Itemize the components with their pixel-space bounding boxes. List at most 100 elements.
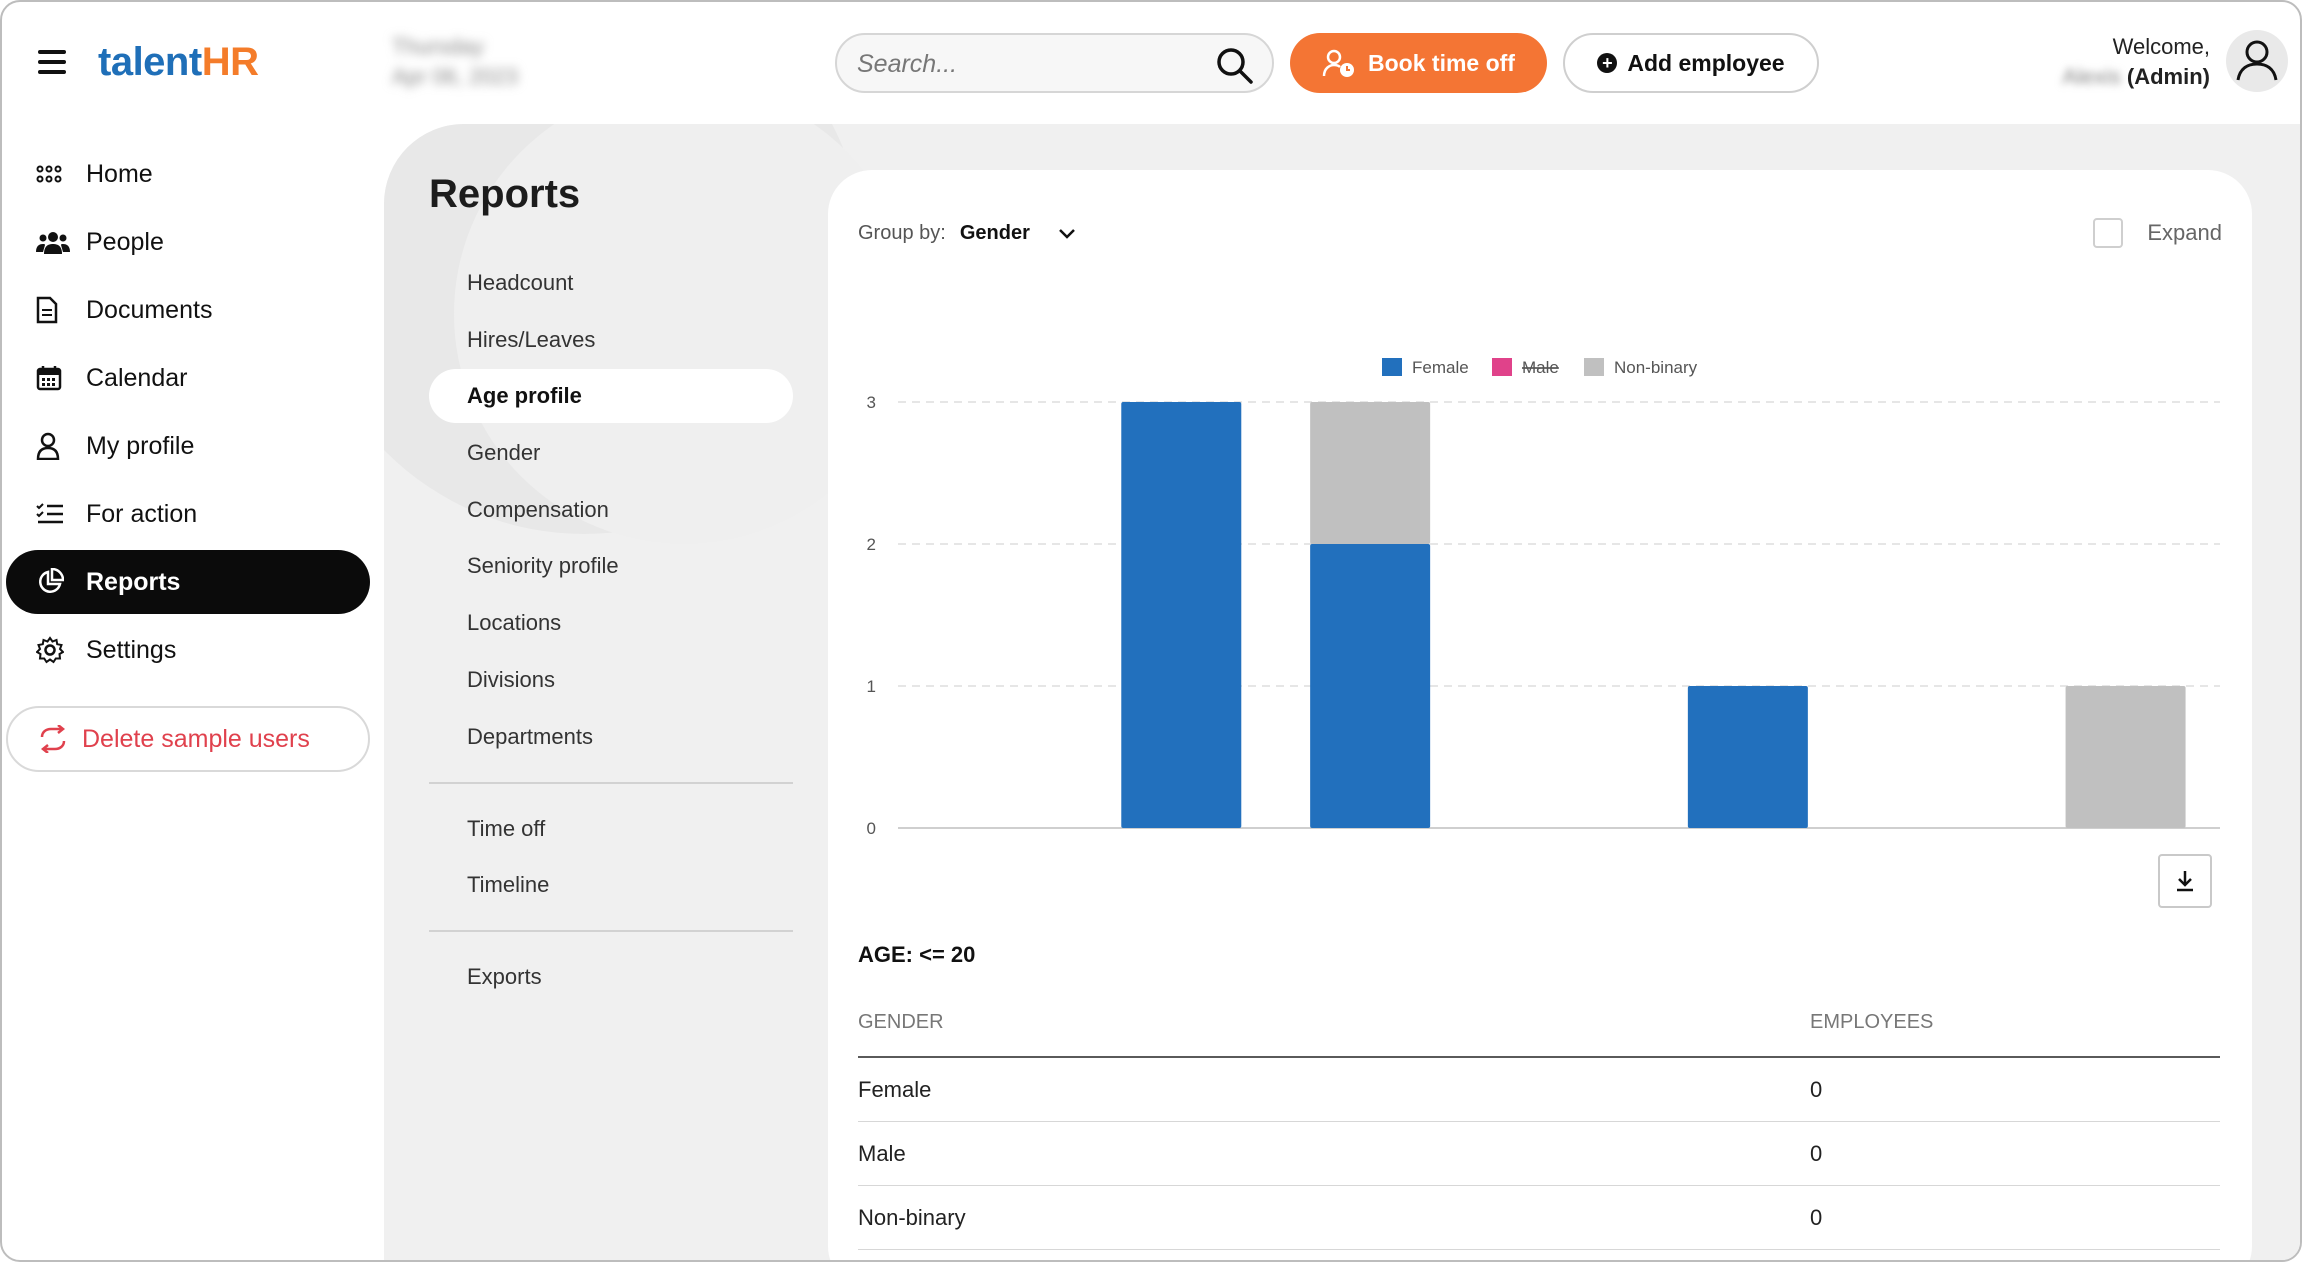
pie-chart-icon [36,566,76,598]
book-time-off-button[interactable]: Book time off [1290,33,1547,93]
avatar[interactable] [2226,30,2288,92]
legend-swatch [1584,358,1604,376]
plus-circle-icon: + [1597,53,1618,73]
subnav-exports[interactable]: Exports [429,950,793,1004]
app-window: talentHR Thursday Apr 06, 2023 Book time… [0,0,2302,1262]
subnav-hires-leaves[interactable]: Hires/Leaves [429,313,793,367]
table-row: Male 0 [858,1122,2220,1186]
column-header-employees[interactable]: EMPLOYEES [1810,1011,2220,1034]
sidebar-item-label: My profile [86,431,195,460]
sidebar-item-people[interactable]: People [6,210,370,274]
group-by-select[interactable]: Gender [960,222,1030,245]
page-title: Reports [429,172,581,216]
sidebar-item-label: People [86,227,164,256]
legend-swatch [1492,358,1512,376]
download-button[interactable] [2158,854,2212,908]
table-cell-employees: 0 [1810,1140,1823,1166]
download-icon [2177,871,2193,892]
sidebar-nav: Home People Documents Calendar My profil… [6,142,370,686]
subnav-age-profile[interactable]: Age profile [429,369,793,424]
logo-text-hr: HR [201,40,259,84]
sidebar-item-label: Reports [86,567,181,596]
table-row: Non-binary 0 [858,1186,2220,1250]
legend-label: Male [1522,358,1559,377]
table-header: GENDER EMPLOYEES [858,988,2220,1058]
subnav-departments[interactable]: Departments [429,710,793,764]
user-avatar-icon [2236,40,2278,81]
sidebar-item-reports[interactable]: Reports [6,550,370,614]
y-tick-label: 2 [867,535,876,554]
subnav-compensation[interactable]: Compensation [429,483,793,537]
report-card: Group by: Gender Expand 0123<= 2021-3031… [828,170,2252,1260]
reports-subnav: Headcount Hires/Leaves Age profile Gende… [429,256,793,1007]
divider [429,781,793,784]
divider [429,930,793,933]
search-box [835,33,1274,93]
sidebar-item-documents[interactable]: Documents [6,278,370,342]
legend-label: Female [1412,358,1469,377]
search-input[interactable] [857,47,1197,81]
table-cell-gender: Female [858,1076,932,1102]
sidebar-item-my-profile[interactable]: My profile [6,414,370,478]
sidebar-item-label: Calendar [86,363,188,392]
sidebar-item-calendar[interactable]: Calendar [6,346,370,410]
report-table: GENDER EMPLOYEES Female 0 Male 0 Non-bin… [858,988,2220,1250]
delete-sample-users-label: Delete sample users [82,724,310,753]
y-tick-label: 0 [867,819,876,838]
sidebar-item-label: Home [86,159,153,188]
chevron-down-icon[interactable] [1058,228,1076,240]
sidebar-item-settings[interactable]: Settings [6,618,370,682]
sidebar-item-label: Settings [86,635,177,664]
expand-checkbox[interactable] [2093,218,2124,248]
group-by-label: Group by: [858,222,946,244]
welcome-block: Welcome, Alexis (Admin) [2062,32,2210,92]
people-icon [36,226,76,258]
user-name: Alexis [2062,64,2121,89]
group-by-control: Group by: Gender [858,222,1076,245]
checklist-icon [36,498,76,530]
sync-icon [38,725,68,753]
expand-toggle[interactable]: Expand [2093,218,2222,248]
user-clock-icon [1322,49,1355,77]
chart-bar [2065,686,2186,828]
subnav-timeline[interactable]: Timeline [429,858,793,912]
sidebar-item-for-action[interactable]: For action [6,482,370,546]
add-employee-label: Add employee [1627,49,1785,76]
table-cell-employees: 0 [1810,1076,1823,1102]
delete-sample-users-button[interactable]: Delete sample users [6,706,370,772]
y-tick-label: 1 [867,677,876,696]
logo-text-talent: talent [98,40,202,84]
search-icon[interactable] [1214,45,1254,85]
sidebar-item-label: Documents [86,295,213,324]
subnav-locations[interactable]: Locations [429,596,793,650]
chart-bar [1687,686,1808,828]
add-employee-button[interactable]: + Add employee [1563,33,1819,93]
subnav-seniority-profile[interactable]: Seniority profile [429,539,793,593]
chart-bar [1310,544,1431,828]
legend-swatch [1382,358,1402,376]
welcome-text: Welcome, [2112,34,2210,59]
subnav-divisions[interactable]: Divisions [429,653,793,707]
document-icon [36,294,76,326]
menu-icon[interactable] [38,50,66,76]
grid-icon [36,158,76,190]
gear-icon [36,634,76,666]
logo[interactable]: talentHR [98,40,259,85]
calendar-icon [36,362,76,394]
legend-label: Non-binary [1614,358,1698,377]
table-cell-gender: Non-binary [858,1204,966,1230]
age-profile-chart: 0123<= 2021-3031-4041-5556-6970+N/AFemal… [867,358,2220,838]
subnav-headcount[interactable]: Headcount [429,256,793,310]
table-row: Female 0 [858,1058,2220,1122]
sidebar-item-label: For action [86,499,198,528]
sidebar-item-home[interactable]: Home [6,142,370,206]
current-date: Thursday Apr 06, 2023 [392,32,518,92]
date-day: Thursday [392,34,484,59]
table-title: AGE: <= 20 [858,942,976,967]
subnav-gender[interactable]: Gender [429,426,793,480]
subnav-time-off[interactable]: Time off [429,802,793,856]
expand-label: Expand [2147,220,2222,245]
column-header-gender[interactable]: GENDER [858,1011,1810,1034]
book-time-off-label: Book time off [1368,49,1515,76]
user-role: (Admin) [2126,64,2210,89]
